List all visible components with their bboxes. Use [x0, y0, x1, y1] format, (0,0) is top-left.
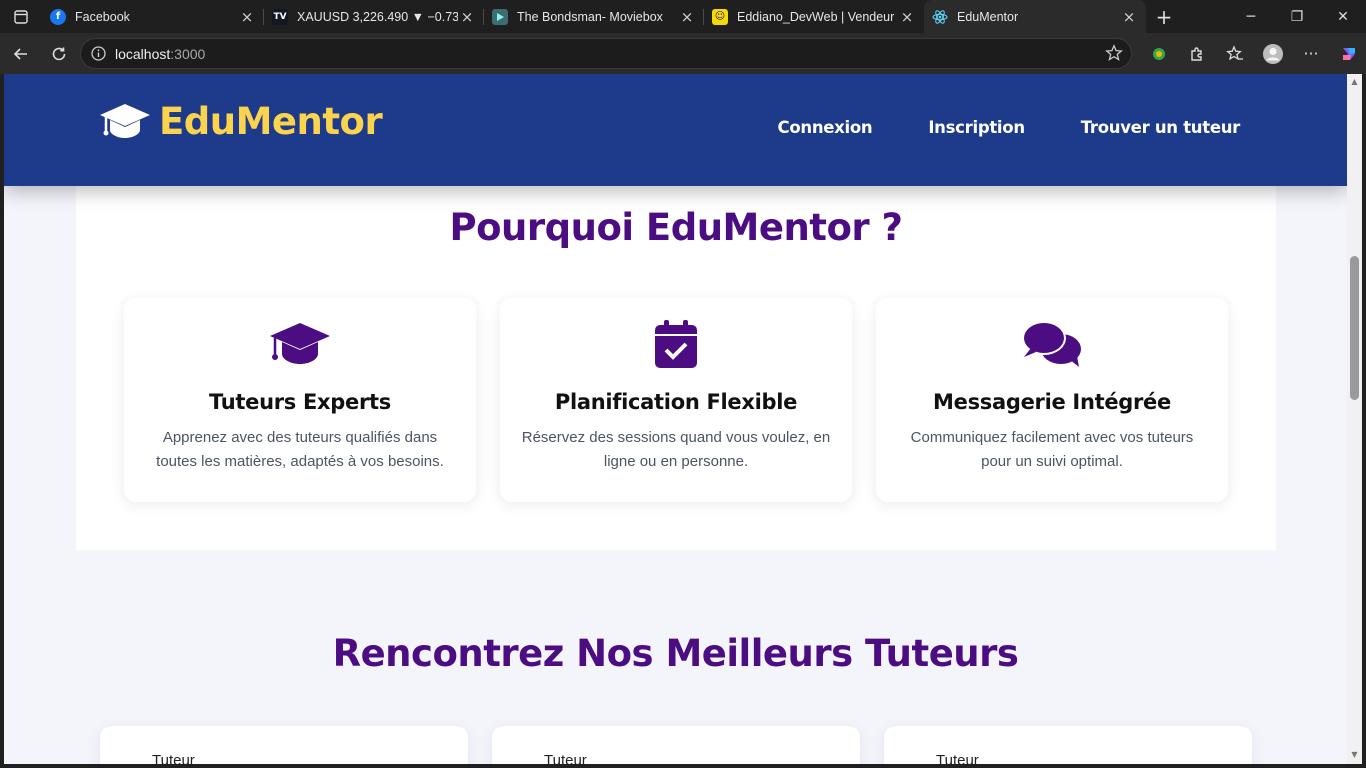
close-tab-icon[interactable]: ×: [898, 8, 916, 26]
eddiano-icon: ☺: [712, 8, 728, 25]
feature-card-experts: Tuteurs Experts Apprenez avec des tuteur…: [124, 298, 476, 502]
close-window-icon[interactable]: ✕: [1320, 0, 1366, 33]
arrow-left-icon: [13, 47, 27, 60]
why-section: Pourquoi EduMentor ? Tuteurs Experts App…: [76, 182, 1276, 550]
favorite-star-icon[interactable]: [1105, 44, 1123, 66]
tutor-card-label: Tuteur: [544, 752, 587, 764]
browser-tab-bar: f Facebook × TV XAUUSD 3,226.490 ▼ −0.73…: [0, 0, 1366, 33]
url-text: localhost:3000: [115, 45, 206, 62]
tab-eddiano[interactable]: ☺ Eddiano_DevWeb | Vendeur sur ×: [704, 0, 924, 33]
site-logo[interactable]: EduMentor: [99, 100, 383, 143]
close-tab-icon[interactable]: ×: [458, 8, 476, 26]
page-scrollbar[interactable]: ▲ ▼: [1347, 74, 1362, 764]
tutor-card[interactable]: Tuteur: [100, 726, 468, 764]
sidebar-toggle-icon: [14, 9, 28, 24]
tab-title: EduMentor: [957, 9, 1019, 24]
reload-button[interactable]: [42, 37, 76, 71]
scroll-up-arrow-icon[interactable]: ▲: [1350, 77, 1359, 86]
nav-signup-link[interactable]: Inscription: [928, 118, 1025, 137]
graduation-cap-icon: [270, 323, 330, 364]
extensions-puzzle-icon[interactable]: [1178, 45, 1216, 63]
restore-icon[interactable]: ❐: [1274, 0, 1320, 33]
why-title: Pourquoi EduMentor ?: [449, 206, 904, 249]
tutor-card-label: Tuteur: [936, 752, 979, 764]
feature-title: Planification Flexible: [554, 390, 798, 414]
nav-login-link[interactable]: Connexion: [778, 118, 873, 137]
close-tab-icon[interactable]: ×: [1120, 8, 1138, 26]
tab-title: The Bondsman- Moviebox: [517, 9, 663, 24]
moviebox-icon: [492, 8, 508, 25]
feature-description: Réservez des sessions quand vous voulez,…: [521, 429, 831, 470]
main-nav: Connexion Inscription Trouver un tuteur: [778, 118, 1241, 137]
tab-title: XAUUSD 3,226.490 ▼ −0.73%: [297, 9, 458, 24]
profile-avatar-icon[interactable]: [1254, 43, 1292, 65]
close-tab-icon[interactable]: ×: [238, 8, 256, 26]
tradingview-icon: TV: [272, 8, 288, 25]
copilot-icon[interactable]: [1330, 44, 1366, 64]
react-icon: [932, 9, 948, 25]
tutors-title: Rencontrez Nos Meilleurs Tuteurs: [332, 632, 1019, 675]
tab-title: Eddiano_DevWeb | Vendeur sur: [737, 9, 898, 24]
scroll-down-arrow-icon[interactable]: ▼: [1350, 750, 1359, 759]
brand-name: EduMentor: [159, 100, 383, 143]
feature-card-messaging: Messagerie Intégrée Communiquez facileme…: [876, 298, 1228, 502]
comments-icon: [1022, 321, 1081, 367]
graduation-cap-icon: [100, 103, 150, 138]
feature-description: Communiquez facilement avec vos tuteurs …: [910, 429, 1194, 470]
tab-moviebox[interactable]: The Bondsman- Moviebox ×: [484, 0, 704, 33]
site-header: EduMentor Connexion Inscription Trouver …: [4, 74, 1347, 186]
nav-find-tutor-link[interactable]: Trouver un tuteur: [1081, 118, 1241, 137]
url-input[interactable]: localhost:3000: [80, 38, 1132, 69]
minimize-icon[interactable]: ─: [1228, 0, 1274, 33]
tutor-card-label: Tuteur: [152, 752, 195, 764]
facebook-icon: f: [50, 8, 66, 25]
reload-icon: [52, 47, 66, 60]
back-button[interactable]: [4, 37, 38, 71]
toolbar-extensions: ···: [1140, 33, 1366, 74]
new-tab-button[interactable]: +: [1146, 5, 1182, 29]
calendar-check-icon: [655, 320, 697, 368]
browser-essentials-icon[interactable]: [1140, 45, 1178, 63]
tab-edumentor[interactable]: EduMentor ×: [924, 0, 1146, 33]
tab-title: Facebook: [75, 9, 130, 24]
info-icon[interactable]: [91, 46, 106, 61]
tab-xauusd[interactable]: TV XAUUSD 3,226.490 ▼ −0.73% ×: [264, 0, 484, 33]
feature-title: Messagerie Intégrée: [933, 390, 1171, 414]
page-viewport: EduMentor Connexion Inscription Trouver …: [4, 74, 1347, 764]
tutor-card[interactable]: Tuteur: [492, 726, 860, 764]
feature-card-scheduling: Planification Flexible Réservez des sess…: [500, 298, 852, 502]
close-tab-icon[interactable]: ×: [678, 8, 696, 26]
browser-address-bar: localhost:3000 ···: [0, 33, 1366, 74]
feature-description: Apprenez avec des tuteurs qualifiés dans…: [156, 429, 444, 470]
more-options-icon[interactable]: ···: [1292, 44, 1330, 63]
window-controls: ─ ❐ ✕: [1228, 0, 1366, 33]
feature-title: Tuteurs Experts: [209, 390, 391, 414]
tab-facebook[interactable]: f Facebook ×: [42, 0, 264, 33]
tab-actions-button[interactable]: [0, 0, 42, 33]
tutor-card[interactable]: Tuteur: [884, 726, 1252, 764]
favorites-icon[interactable]: [1216, 44, 1254, 63]
scrollbar-thumb[interactable]: [1350, 256, 1359, 400]
